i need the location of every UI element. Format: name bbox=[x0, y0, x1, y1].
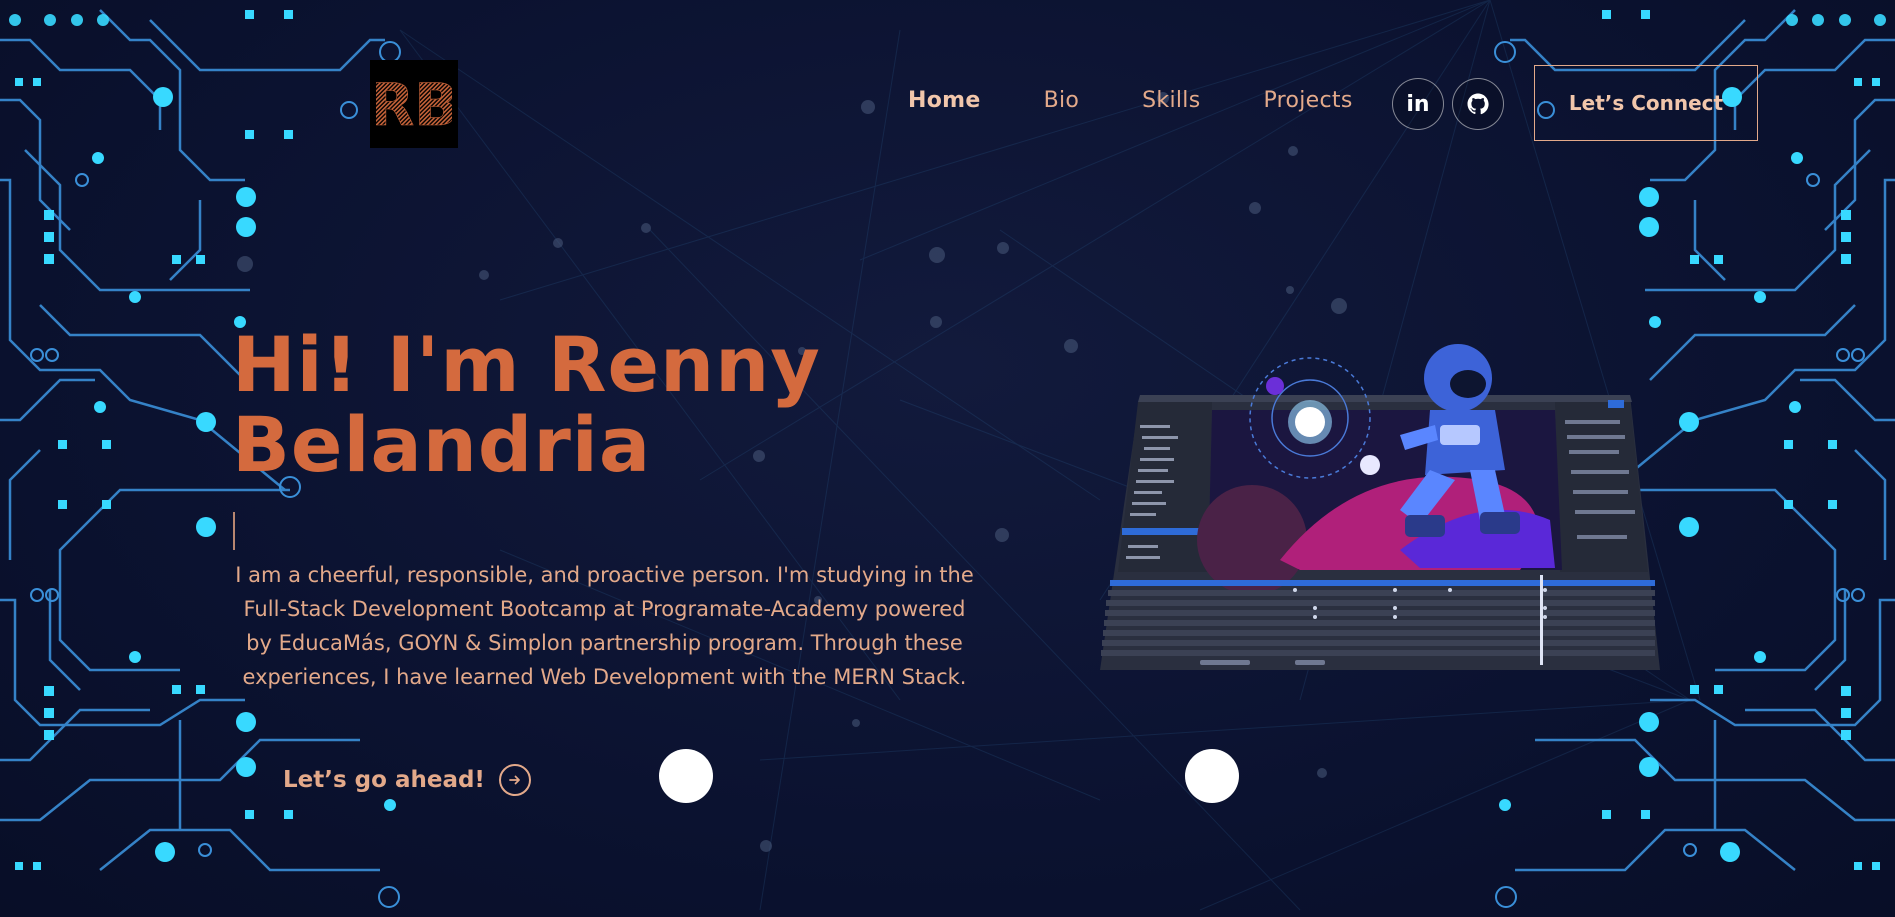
github-icon bbox=[1467, 93, 1489, 115]
typing-caret bbox=[233, 512, 235, 550]
lets-go-ahead-button[interactable]: Let’s go ahead! bbox=[283, 764, 531, 796]
github-button[interactable] bbox=[1452, 78, 1504, 130]
linkedin-icon: in bbox=[1406, 91, 1430, 117]
hero-title-line2: Belandria bbox=[232, 400, 652, 489]
decorative-white-dot bbox=[659, 749, 713, 803]
portfolio-page: RB Home Bio Skills Projects in Let’s Con… bbox=[0, 0, 1895, 917]
decorative-white-dot bbox=[1185, 749, 1239, 803]
hero-title-line1: Hi! I'm Renny bbox=[232, 320, 821, 409]
svg-text:RB: RB bbox=[376, 71, 452, 139]
main-nav: Home Bio Skills Projects bbox=[908, 88, 1416, 113]
logo[interactable]: RB bbox=[370, 60, 458, 148]
hero-title: Hi! I'm Renny Belandria bbox=[232, 325, 872, 485]
lets-connect-button[interactable]: Let’s Connect bbox=[1534, 65, 1758, 141]
nav-skills[interactable]: Skills bbox=[1142, 88, 1200, 113]
cta-label: Let’s go ahead! bbox=[283, 767, 485, 793]
hero-description: I am a cheerful, responsible, and proact… bbox=[235, 563, 974, 689]
nav-projects[interactable]: Projects bbox=[1263, 88, 1352, 113]
arrow-right-circle-icon bbox=[498, 764, 531, 796]
nav-bio[interactable]: Bio bbox=[1044, 88, 1080, 113]
linkedin-button[interactable]: in bbox=[1392, 78, 1444, 130]
rb-logo-mark: RB bbox=[376, 71, 452, 139]
astronaut-editor-illustration bbox=[1100, 344, 1660, 670]
nav-home[interactable]: Home bbox=[908, 88, 981, 113]
